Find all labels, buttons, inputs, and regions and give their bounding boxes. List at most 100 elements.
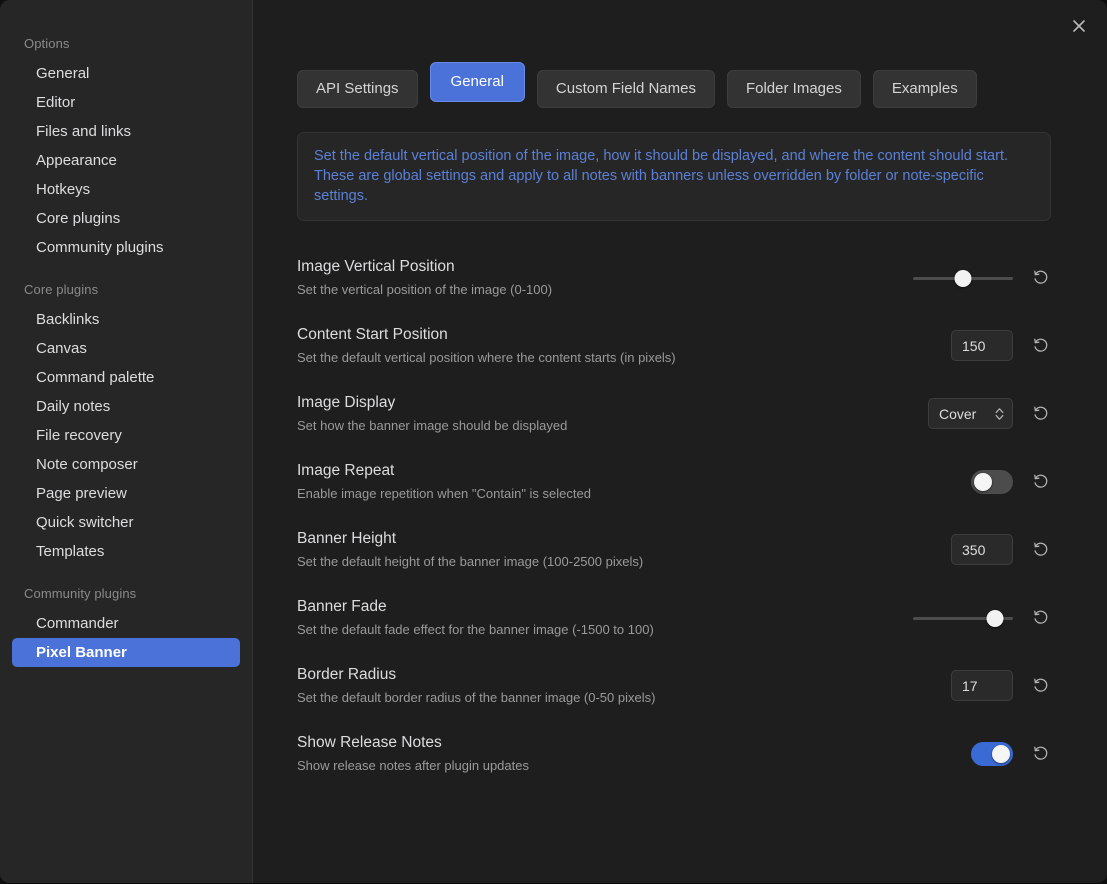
setting-control: [951, 330, 1051, 361]
reset-icon[interactable]: [1029, 471, 1051, 493]
setting-control: [913, 267, 1051, 289]
sidebar-group: Core plugins Backlinks Canvas Command palet…: [0, 276, 252, 566]
tab-custom-field-names[interactable]: Custom Field Names: [536, 70, 715, 108]
number-input[interactable]: [951, 330, 1013, 361]
setting-description: Set the default fade effect for the bann…: [297, 622, 654, 637]
setting-name: Border Radius: [297, 666, 397, 683]
select-value: Cover: [939, 405, 977, 422]
sidebar-item-core-plugins[interactable]: Core plugins: [12, 204, 240, 233]
sidebar-group: Options General Editor Files and links Appea…: [0, 30, 252, 262]
sidebar-item-hotkeys[interactable]: Hotkeys: [12, 175, 240, 204]
reset-icon[interactable]: [1029, 267, 1051, 289]
settings-sidebar: Options General Editor Files and links Appea…: [0, 0, 253, 883]
info-callout: Set the default vertical position of the…: [297, 132, 1051, 221]
reset-icon[interactable]: [1029, 403, 1051, 425]
settings-content: API Settings General Custom Field Names Fol…: [253, 0, 1107, 883]
sidebar-group-heading: Options: [24, 36, 70, 51]
slider-thumb[interactable]: [954, 269, 972, 287]
tab-general[interactable]: General: [429, 62, 525, 102]
sidebar-item-backlinks[interactable]: Backlinks: [12, 305, 240, 334]
setting-info: Show Release Notes Show release notes aft…: [297, 733, 529, 774]
reset-icon[interactable]: [1029, 675, 1051, 697]
setting-row: Border Radius Set the default border radi…: [297, 651, 1051, 719]
tab-folder-images[interactable]: Folder Images: [726, 70, 861, 108]
tab-api-settings[interactable]: API Settings: [297, 70, 418, 108]
sidebar-item-page-preview[interactable]: Page preview: [12, 479, 240, 508]
setting-info: Border Radius Set the default border radi…: [297, 665, 655, 706]
tab-bar: API Settings General Custom Field Names Fol…: [297, 62, 1051, 108]
setting-description: Show release notes after plugin updates: [297, 758, 529, 773]
reset-icon[interactable]: [1029, 743, 1051, 765]
setting-description: Set the default height of the banner ima…: [297, 554, 644, 569]
setting-row: Show Release Notes Show release notes aft…: [297, 719, 1051, 787]
setting-row: Content Start Position Set the default ve…: [297, 311, 1051, 379]
sidebar-item-canvas[interactable]: Canvas: [12, 334, 240, 363]
setting-control: [971, 741, 1051, 766]
sidebar-nav: Options General Editor Files and links Appea…: [0, 30, 252, 667]
setting-control: [951, 670, 1051, 701]
number-input[interactable]: [951, 670, 1013, 701]
setting-row: Image Display Set how the banner image sh…: [297, 379, 1051, 447]
sidebar-item-editor[interactable]: Editor: [12, 88, 240, 117]
setting-name: Image Repeat: [297, 462, 395, 479]
setting-row: Banner Height Set the default height of t…: [297, 515, 1051, 583]
setting-info: Content Start Position Set the default ve…: [297, 325, 676, 366]
setting-name: Banner Fade: [297, 598, 387, 615]
toggle-switch[interactable]: [971, 469, 1013, 494]
settings-panel: API Settings General Custom Field Names Fol…: [253, 0, 1107, 787]
setting-info: Image Display Set how the banner image sh…: [297, 393, 567, 434]
setting-description: Enable image repetition when "Contain" i…: [297, 486, 591, 501]
reset-icon[interactable]: [1029, 335, 1051, 357]
setting-name: Show Release Notes: [297, 734, 442, 751]
toggle-knob: [974, 472, 992, 491]
setting-name: Image Vertical Position: [297, 258, 455, 275]
setting-name: Banner Height: [297, 530, 397, 547]
slider[interactable]: [913, 269, 1013, 287]
setting-description: Set the vertical position of the image (…: [297, 282, 553, 297]
setting-info: Image Repeat Enable image repetition when…: [297, 461, 591, 502]
sidebar-item-commander[interactable]: Commander: [12, 609, 240, 638]
sidebar-item-files-and-links[interactable]: Files and links: [12, 117, 240, 146]
sidebar-item-appearance[interactable]: Appearance: [12, 146, 240, 175]
setting-row: Image Vertical Position Set the vertical …: [297, 243, 1051, 311]
setting-description: Set the default vertical position where …: [297, 350, 676, 365]
setting-control: [971, 469, 1051, 494]
setting-control: [913, 607, 1051, 629]
sidebar-group-heading: Core plugins: [24, 282, 99, 297]
setting-info: Banner Height Set the default height of t…: [297, 529, 643, 570]
slider[interactable]: [913, 609, 1013, 627]
select-dropdown[interactable]: Cover: [928, 398, 1013, 429]
sidebar-item-community-plugins[interactable]: Community plugins: [12, 233, 240, 262]
reset-icon[interactable]: [1029, 539, 1051, 561]
setting-name: Content Start Position: [297, 326, 448, 343]
slider-thumb[interactable]: [986, 609, 1004, 627]
setting-description: Set the default border radius of the ban…: [297, 690, 656, 705]
sidebar-item-quick-switcher[interactable]: Quick switcher: [12, 508, 240, 537]
sidebar-item-command-palette[interactable]: Command palette: [12, 363, 240, 392]
close-icon[interactable]: [1063, 10, 1095, 42]
toggle-knob: [992, 744, 1010, 763]
sidebar-group: Community plugins Commander Pixel Banner: [0, 580, 252, 667]
reset-icon[interactable]: [1029, 607, 1051, 629]
sidebar-item-pixel-banner[interactable]: Pixel Banner: [12, 638, 240, 667]
sidebar-item-file-recovery[interactable]: File recovery: [12, 421, 240, 450]
setting-control: Cover: [928, 398, 1051, 429]
settings-list: Image Vertical Position Set the vertical …: [297, 243, 1051, 787]
sidebar-item-daily-notes[interactable]: Daily notes: [12, 392, 240, 421]
sidebar-group-heading: Community plugins: [24, 586, 137, 601]
settings-modal: Options General Editor Files and links Appea…: [0, 0, 1107, 884]
sidebar-item-general[interactable]: General: [12, 59, 240, 88]
number-input[interactable]: [951, 534, 1013, 565]
chevron-updown-icon: [995, 407, 1004, 421]
sidebar-item-templates[interactable]: Templates: [12, 537, 240, 566]
setting-name: Image Display: [297, 394, 396, 411]
sidebar-item-note-composer[interactable]: Note composer: [12, 450, 240, 479]
tab-examples[interactable]: Examples: [872, 70, 977, 108]
setting-info: Banner Fade Set the default fade effect f…: [297, 597, 654, 638]
setting-row: Banner Fade Set the default fade effect f…: [297, 583, 1051, 651]
toggle-switch[interactable]: [971, 741, 1013, 766]
setting-info: Image Vertical Position Set the vertical …: [297, 257, 552, 298]
setting-row: Image Repeat Enable image repetition when…: [297, 447, 1051, 515]
setting-description: Set how the banner image should be displ…: [297, 418, 568, 433]
setting-control: [951, 534, 1051, 565]
